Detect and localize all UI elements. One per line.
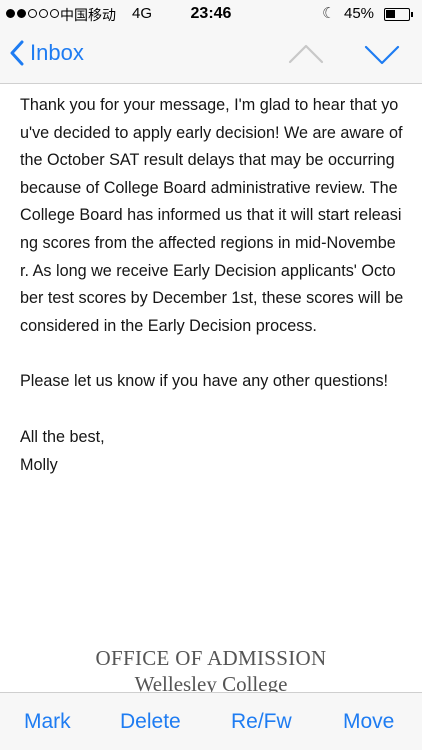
message-paragraph: Thank you for your message, I'm glad to … [20,96,404,335]
bottom-toolbar: Mark Delete Re/Fw Move [0,692,422,750]
back-to-inbox-button[interactable]: Inbox [10,40,84,66]
do-not-disturb-icon: ☾ [322,5,336,22]
battery-fill [386,10,395,18]
navigation-bar: Inbox [0,28,422,84]
sender-name: Molly [20,455,58,474]
message-body: Thank you for your message, I'm glad to … [20,92,404,479]
next-message-icon[interactable] [364,44,400,66]
battery-percentage: 45% [344,5,375,22]
move-button[interactable]: Move [343,710,394,734]
battery-icon [384,8,413,21]
reply-forward-button[interactable]: Re/Fw [231,710,292,734]
message-closing: All the best, Molly [20,424,404,479]
back-label: Inbox [30,40,84,65]
message-paragraph: Please let us know if you have any other… [20,372,389,391]
previous-message-icon[interactable] [288,42,324,64]
mark-button[interactable]: Mark [24,710,71,734]
signature-title: OFFICE OF ADMISSION [95,646,327,670]
delete-button[interactable]: Delete [120,710,181,734]
chevron-left-icon [10,40,24,66]
closing-line: All the best, [20,427,105,446]
status-bar: 中国移动 4G 23:46 ☾ 45% [0,0,422,28]
